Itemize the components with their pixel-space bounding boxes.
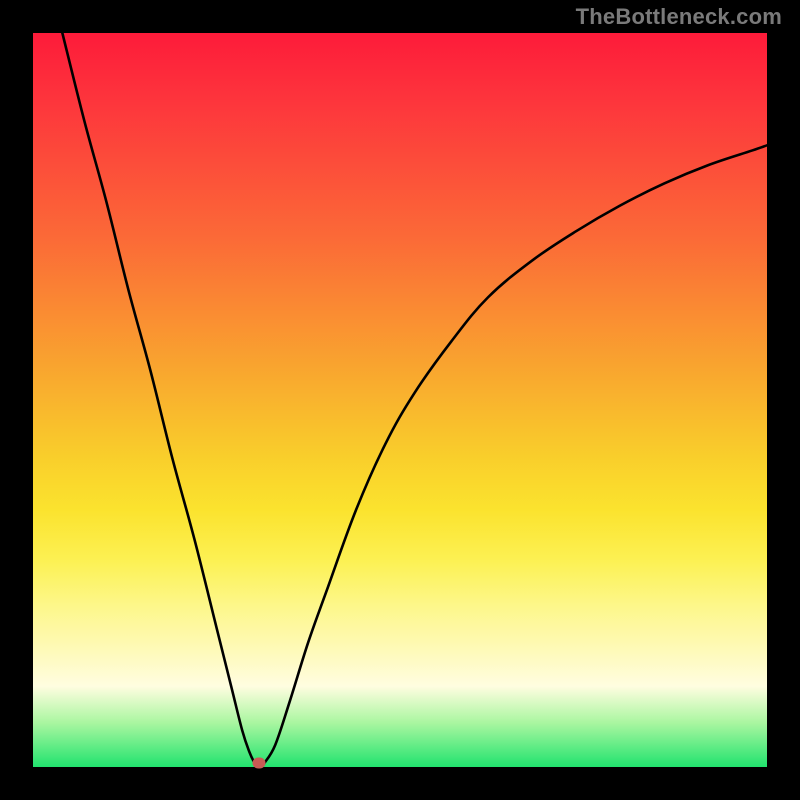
plot-area — [33, 33, 767, 767]
minimum-marker — [253, 758, 266, 769]
chart-frame: TheBottleneck.com — [0, 0, 800, 800]
watermark-text: TheBottleneck.com — [576, 4, 782, 30]
curve-path — [62, 33, 767, 763]
bottleneck-curve — [33, 33, 767, 767]
